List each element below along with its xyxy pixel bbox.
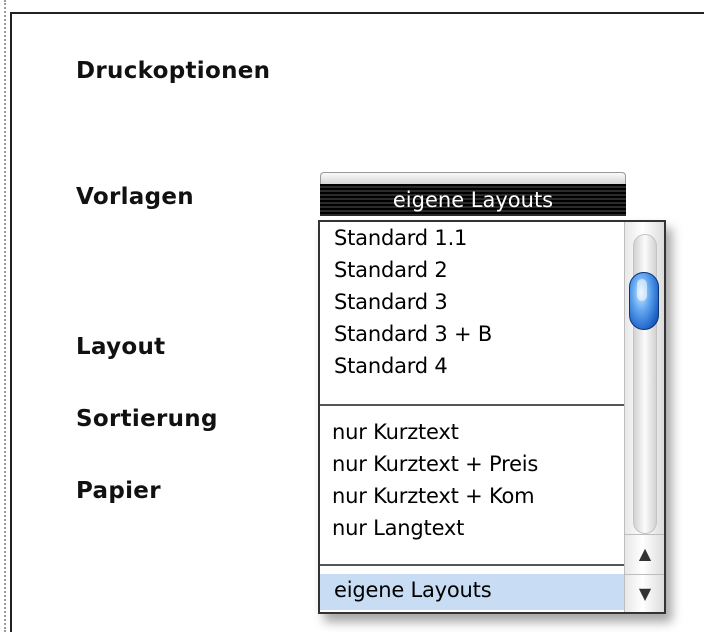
papier-label: Papier [76,478,161,504]
option-separator [320,564,624,566]
option-standard-1-1[interactable]: Standard 1.1 [334,226,467,250]
option-nur-kurztext-preis[interactable]: nur Kurztext + Preis [332,452,538,476]
vorlagen-label: Vorlagen [76,184,194,210]
scrollbar-thumb[interactable] [629,272,659,330]
option-standard-3-b[interactable]: Standard 3 + B [334,322,492,346]
option-nur-kurztext[interactable]: nur Kurztext [332,420,459,444]
vorlagen-dropdown-list[interactable]: Standard 1.1 Standard 2 Standard 3 Stand… [318,220,666,614]
page-title: Druckoptionen [76,58,271,84]
scroll-up-icon[interactable]: ▲ [625,534,664,572]
dropdown-options: Standard 1.1 Standard 2 Standard 3 Stand… [320,222,624,612]
option-standard-3[interactable]: Standard 3 [334,290,448,314]
layout-label: Layout [76,334,166,360]
option-nur-langtext[interactable]: nur Langtext [332,516,464,540]
scroll-down-icon[interactable]: ▼ [625,574,664,612]
sortierung-label: Sortierung [76,406,218,432]
left-edge-divider [0,0,6,632]
select-top-edge [320,172,626,184]
option-eigene-layouts[interactable]: eigene Layouts [334,578,492,602]
vorlagen-select[interactable]: eigene Layouts [320,172,626,220]
select-current-value[interactable]: eigene Layouts [320,184,626,216]
option-standard-2[interactable]: Standard 2 [334,258,448,282]
option-standard-4[interactable]: Standard 4 [334,354,448,378]
dropdown-scrollbar[interactable]: ▲ ▼ [624,222,664,612]
option-separator [320,404,624,406]
option-nur-kurztext-kom[interactable]: nur Kurztext + Kom [332,484,535,508]
